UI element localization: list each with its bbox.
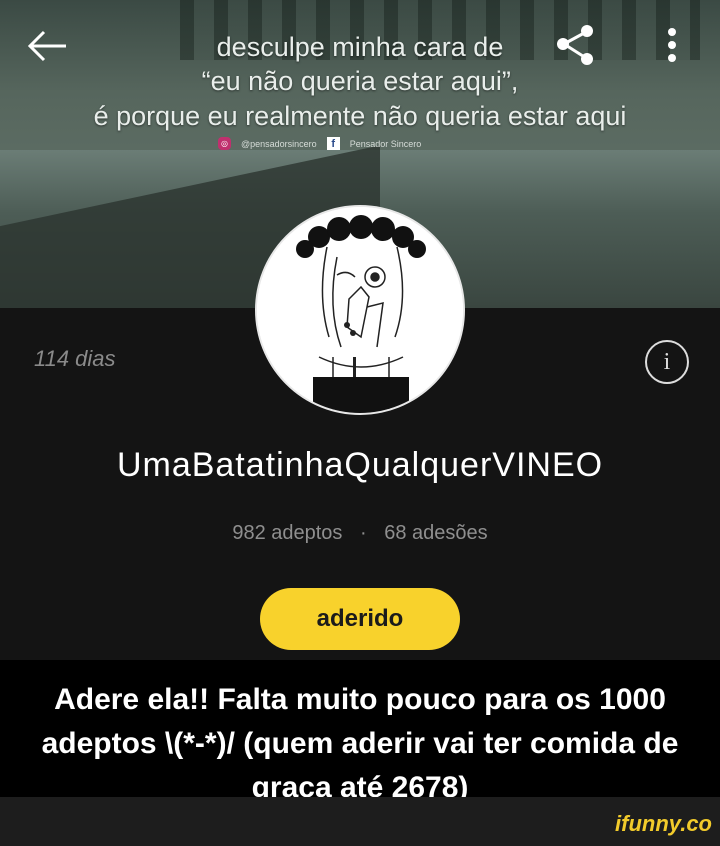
- avatar-illustration: [257, 207, 463, 413]
- facebook-icon: f: [326, 137, 340, 150]
- arrow-left-icon: [27, 30, 66, 62]
- username: UmaBatatinhaQualquerVINEO: [116, 446, 604, 484]
- share-icon: [557, 25, 593, 65]
- back-button[interactable]: [24, 26, 70, 66]
- info-icon: i: [663, 348, 671, 375]
- joined-button[interactable]: aderido: [260, 588, 460, 650]
- cover-quote-line-3: é porque eu realmente não queria estar a…: [93, 101, 627, 131]
- footer-bar: ifunny.co: [0, 797, 720, 846]
- stats-separator: ·: [360, 522, 367, 544]
- cover-quote-line-2: “eu não queria estar aqui”,: [201, 66, 519, 96]
- caption-block: Adere ela!! Falta muito pouco para os 10…: [0, 660, 720, 804]
- followers-count[interactable]: 982 adeptos: [232, 522, 342, 544]
- profile-stats: 982 adeptos · 68 adesões: [0, 522, 720, 545]
- share-button[interactable]: [552, 22, 598, 68]
- ifunny-watermark: ifunny.co: [615, 811, 712, 836]
- instagram-handle: @pensadorsincero: [241, 138, 317, 149]
- info-button[interactable]: i: [645, 340, 689, 384]
- cover-quote-line-1: desculpe minha cara de: [216, 32, 504, 62]
- avatar[interactable]: [255, 205, 465, 415]
- following-count[interactable]: 68 adesões: [384, 522, 487, 544]
- more-vert-icon: [668, 28, 676, 62]
- facebook-page: Pensador Sincero: [349, 138, 422, 149]
- days-count: 114 dias: [34, 346, 116, 371]
- instagram-icon: ◎: [218, 137, 231, 150]
- caption-text: Adere ela!! Falta muito pouco para os 10…: [41, 683, 679, 804]
- cover-credits: ◎ @pensadorsincero f Pensador Sincero: [218, 137, 421, 150]
- more-options-button[interactable]: [662, 22, 682, 68]
